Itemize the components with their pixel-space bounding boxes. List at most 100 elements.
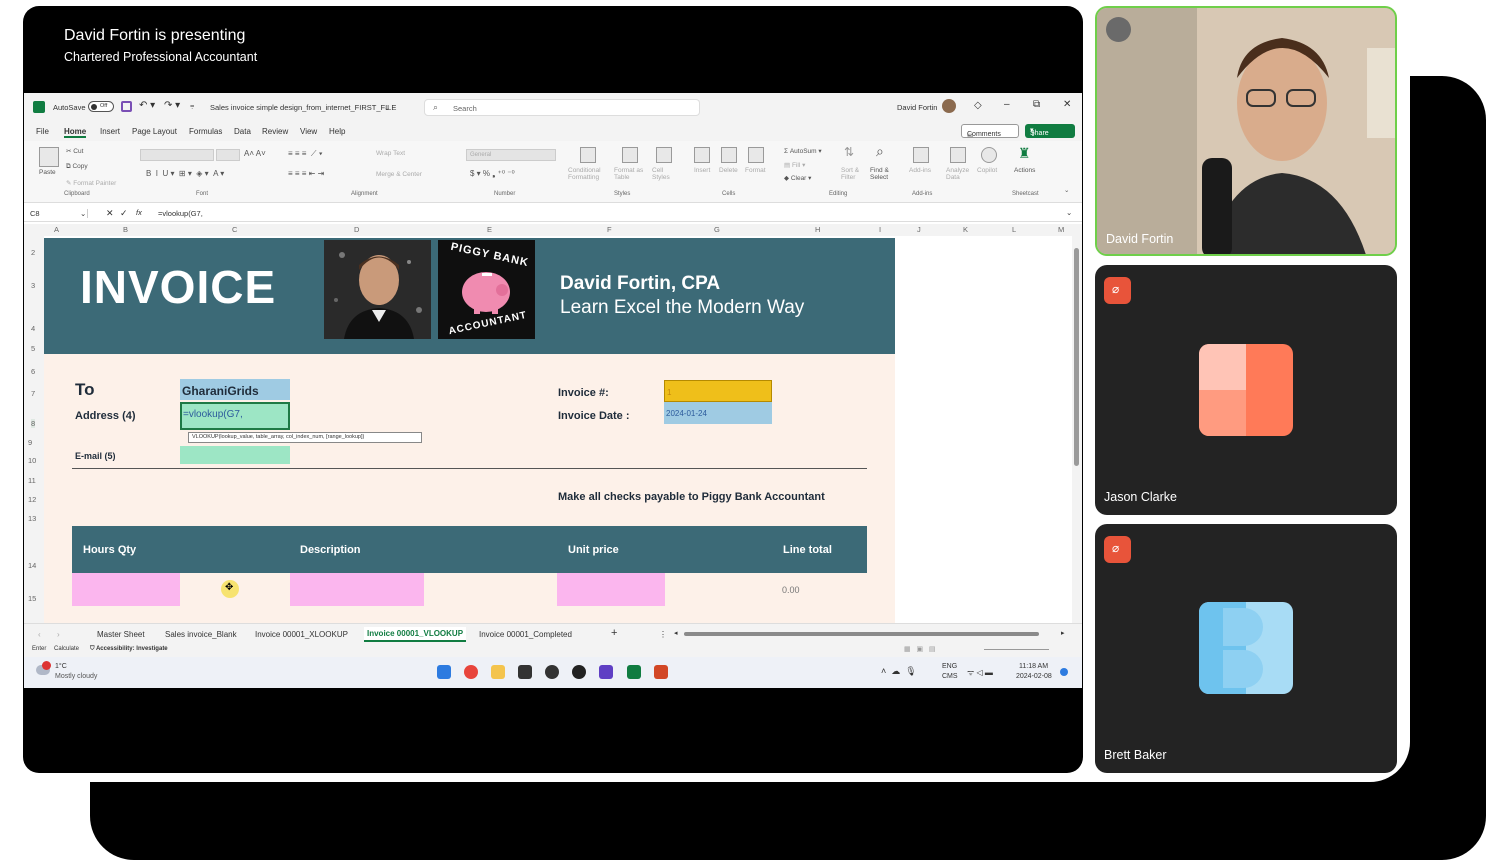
user-name[interactable]: David Fortin xyxy=(897,103,937,112)
delete-cells-icon[interactable] xyxy=(721,147,737,163)
undo-icon[interactable]: ↶ ▾ xyxy=(139,100,155,111)
cell-styles-button[interactable]: Cell Styles xyxy=(652,167,678,181)
copy-button[interactable]: ⧉ Copy xyxy=(66,163,88,171)
addins-icon[interactable] xyxy=(913,147,929,163)
close-icon[interactable]: ✕ xyxy=(1063,99,1071,110)
app-icon[interactable] xyxy=(545,665,559,679)
clock-time[interactable]: 11:18 AM xyxy=(1019,663,1048,670)
format-as-table-icon[interactable] xyxy=(622,147,638,163)
format-painter-button[interactable]: ✎ Format Painter xyxy=(66,179,116,187)
find-select-icon[interactable]: ⌕ xyxy=(876,143,884,160)
search-input[interactable]: ⌕ Search xyxy=(424,99,700,116)
column-header-c[interactable]: C xyxy=(232,225,237,234)
app-icon[interactable] xyxy=(572,665,586,679)
sheet-tab[interactable]: Master Sheet xyxy=(97,630,145,639)
vertical-scrollbar[interactable] xyxy=(1072,236,1082,623)
format-cells-button[interactable]: Format xyxy=(745,167,766,174)
conditional-formatting-button[interactable]: Conditional Formatting xyxy=(568,167,608,181)
paste-button[interactable]: Paste xyxy=(39,169,56,176)
customize-icon[interactable]: ⩦ xyxy=(190,101,194,111)
row-header[interactable]: 11 xyxy=(28,476,36,485)
restore-icon[interactable]: ⧉ xyxy=(1033,99,1040,110)
more-options-icon[interactable]: ⋮ xyxy=(659,630,667,639)
align-top-icons[interactable]: ≡ ≡ ≡ ⟋ ▾ xyxy=(288,149,323,159)
horizontal-scroll-thumb[interactable] xyxy=(684,632,1039,636)
file-explorer-icon[interactable] xyxy=(491,665,505,679)
sort-filter-icon[interactable]: ⇅ xyxy=(844,145,854,159)
row-header[interactable]: 9 xyxy=(28,438,32,447)
scroll-right-icon[interactable]: ▸ xyxy=(1061,629,1065,637)
tab-formulas[interactable]: Formulas xyxy=(189,127,222,136)
tab-view[interactable]: View xyxy=(300,127,317,136)
weather-desc[interactable]: Mostly cloudy xyxy=(55,673,97,680)
description-cell[interactable] xyxy=(290,573,424,606)
add-sheet-icon[interactable]: + xyxy=(611,627,617,639)
tab-page-layout[interactable]: Page Layout xyxy=(132,127,177,136)
clear-button[interactable]: ◆ Clear ▾ xyxy=(784,174,811,182)
to-value-cell[interactable]: GharaniGrids xyxy=(180,379,290,400)
tab-help[interactable]: Help xyxy=(329,127,345,136)
row-header[interactable]: 6 xyxy=(31,367,35,376)
unit-price-cell[interactable] xyxy=(557,573,665,606)
weather-temp[interactable]: 1°C xyxy=(55,663,67,670)
row-header[interactable]: 13 xyxy=(28,514,36,523)
autosave-toggle[interactable]: Off xyxy=(88,101,114,112)
delete-cells-button[interactable]: Delete xyxy=(719,167,738,174)
vertical-scroll-thumb[interactable] xyxy=(1074,248,1079,466)
language-indicator[interactable]: ENG xyxy=(942,663,957,670)
participant-tile[interactable]: ⌀ Jason Clarke xyxy=(1095,265,1397,515)
tab-scroll-left-icon[interactable]: ‹ xyxy=(38,630,41,639)
row-header[interactable]: 7 xyxy=(31,389,35,398)
notification-bell-icon[interactable] xyxy=(1060,668,1068,676)
headset-app-icon[interactable] xyxy=(599,665,613,679)
sheet-tab[interactable]: Invoice 00001_XLOOKUP xyxy=(255,630,348,639)
name-box-chevron-icon[interactable]: ⌄ xyxy=(80,209,86,218)
zoom-slider[interactable] xyxy=(984,649,1049,650)
number-format-select[interactable]: General xyxy=(466,149,556,161)
row-header[interactable]: 2 xyxy=(31,248,35,257)
find-select-button[interactable]: Find & Select xyxy=(870,167,896,181)
cell-styles-icon[interactable] xyxy=(656,147,672,163)
line-total-cell[interactable]: 0.00 xyxy=(782,585,800,595)
cancel-icon[interactable]: ✕ xyxy=(106,208,114,219)
insert-cells-button[interactable]: Insert xyxy=(694,167,710,174)
merge-center-button[interactable]: Merge & Center xyxy=(376,171,422,178)
column-header-g[interactable]: G xyxy=(714,225,720,234)
spreadsheet-grid[interactable]: INVOICE PIGGY BANK ACCOUNTANT David Fort… xyxy=(44,236,1072,623)
file-name-chevron-icon[interactable]: ⌄ xyxy=(384,103,390,112)
align-icons[interactable]: ≡ ≡ ≡ ⇤ ⇥ xyxy=(288,169,324,178)
share-button[interactable]: ⇪ Share ▾ xyxy=(1025,124,1075,138)
tray-icons[interactable]: ˄ ☁ 🎙 xyxy=(881,666,917,677)
font-style-icons[interactable]: B I U ▾ ⊞ ▾ ◈ ▾ A ▾ xyxy=(146,169,224,178)
status-calculate[interactable]: Calculate xyxy=(54,646,79,652)
view-mode-icons[interactable]: ▦ ▣ ▤ xyxy=(904,645,936,653)
comments-button[interactable]: ▭ Comments xyxy=(961,124,1019,139)
row-header[interactable]: 10 xyxy=(28,456,36,465)
input-method[interactable]: CMS xyxy=(942,673,958,680)
enter-icon[interactable]: ✓ xyxy=(120,208,128,219)
column-header-b[interactable]: B xyxy=(123,225,128,234)
sheet-tab[interactable]: Invoice 00001_Completed xyxy=(479,630,572,639)
diamond-icon[interactable]: ◇ xyxy=(974,100,982,111)
tab-home[interactable]: Home xyxy=(64,127,87,138)
fill-button[interactable]: ▤ Fill ▾ xyxy=(784,161,805,169)
conditional-formatting-icon[interactable] xyxy=(580,147,596,163)
copilot-button[interactable]: Copilot xyxy=(977,167,997,174)
actions-button[interactable]: Actions xyxy=(1014,167,1035,174)
clock-date[interactable]: 2024-02-08 xyxy=(1016,673,1052,680)
email-cell[interactable] xyxy=(180,446,290,464)
tab-scroll-right-icon[interactable]: › xyxy=(57,630,60,639)
save-icon[interactable] xyxy=(121,101,132,112)
format-as-table-button[interactable]: Format as Table xyxy=(614,167,646,181)
column-header-h[interactable]: H xyxy=(815,225,820,234)
sheet-tab[interactable]: Sales invoice_Blank xyxy=(165,630,237,639)
row-header[interactable]: 3 xyxy=(31,281,35,290)
row-header[interactable]: 12 xyxy=(28,495,36,504)
app-icon[interactable] xyxy=(518,665,532,679)
row-header[interactable]: 15 xyxy=(28,594,36,603)
tab-review[interactable]: Review xyxy=(262,127,288,136)
column-header-l[interactable]: L xyxy=(1012,225,1016,234)
column-header-a[interactable]: A xyxy=(54,225,59,234)
actions-icon[interactable]: ♜ xyxy=(1018,145,1034,161)
copilot-icon[interactable] xyxy=(981,147,997,163)
